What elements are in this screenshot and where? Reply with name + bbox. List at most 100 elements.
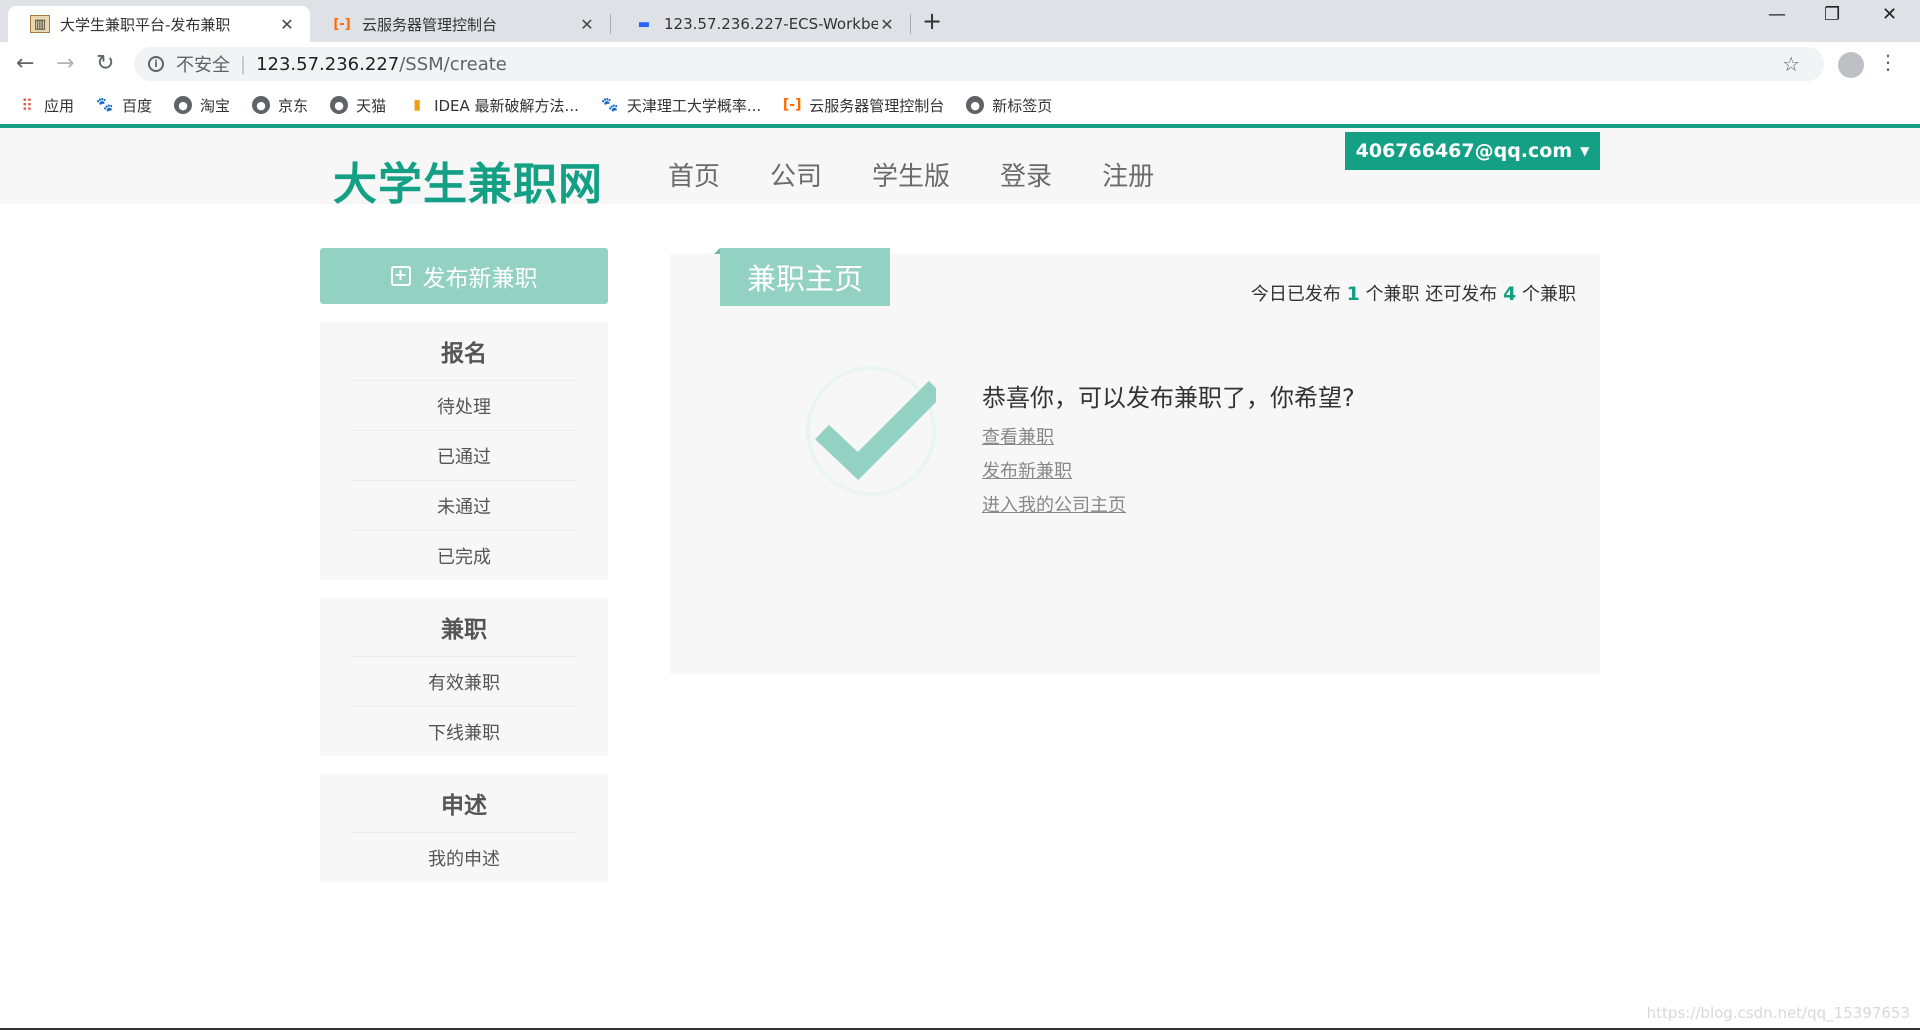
browser-tab-bar: ▥ 大学生兼职平台-发布兼职 ✕ [-] 云服务器管理控制台 ✕ ▬ 123.5… <box>0 0 1920 42</box>
tab-title: 云服务器管理控制台 <box>362 15 498 34</box>
bookmark-tjut[interactable]: 🐾 天津理工大学概率... <box>601 95 761 116</box>
bookmark-tmall[interactable]: ● 天猫 <box>330 95 386 116</box>
bookmark-apps[interactable]: ⠿ 应用 <box>18 95 74 116</box>
tab-aliyun[interactable]: [-] 云服务器管理控制台 ✕ <box>310 6 610 42</box>
bookmark-label: 新标签页 <box>992 96 1053 115</box>
group-title: 申述 <box>441 793 487 819</box>
browser-menu-icon[interactable]: ⋮ <box>1878 50 1898 74</box>
success-check-icon <box>806 366 936 496</box>
quota-published: 1 <box>1346 283 1360 305</box>
restore-button[interactable]: ❐ <box>1824 4 1840 25</box>
main-panel: 兼职主页 今日已发布 1 个兼职 还可发布 4 个兼职 恭喜你，可以发布兼职了，… <box>670 248 1600 674</box>
globe-icon: ● <box>174 96 193 114</box>
group-title: 报名 <box>441 341 487 367</box>
sidebar-item-approved[interactable]: 已通过 <box>350 430 578 480</box>
user-menu-button[interactable]: 406766467@qq.com ▼ <box>1345 132 1600 170</box>
close-tab-icon[interactable]: ✕ <box>278 15 296 34</box>
nav-company[interactable]: 公司 <box>770 156 822 193</box>
sidebar-item-offline-jobs[interactable]: 下线兼职 <box>350 706 578 756</box>
bookmark-star-icon[interactable]: ☆ <box>1782 52 1800 76</box>
workbench-icon: ▬ <box>637 16 651 32</box>
publish-job-button[interactable]: + 发布新兼职 <box>320 248 608 304</box>
view-jobs-link[interactable]: 查看兼职 <box>982 423 1355 449</box>
bookmark-newtab[interactable]: ● 新标签页 <box>966 95 1052 116</box>
profile-avatar-icon[interactable] <box>1838 52 1864 78</box>
nav-student[interactable]: 学生版 <box>872 156 950 193</box>
window-close-button[interactable]: ✕ <box>1882 4 1897 25</box>
site-favicon-icon: ▥ <box>30 15 50 33</box>
tab-title: 大学生兼职平台-发布兼职 <box>60 15 231 34</box>
bookmark-label: 应用 <box>44 96 75 115</box>
baidu-paw-icon: 🐾 <box>96 97 114 113</box>
sidebar-item-pending[interactable]: 待处理 <box>350 380 578 430</box>
forward-button[interactable]: → <box>56 51 74 77</box>
daily-quota: 今日已发布 1 个兼职 还可发布 4 个兼职 <box>1251 280 1576 306</box>
bookmark-label: 天津理工大学概率... <box>626 96 762 115</box>
bookmark-jd[interactable]: ● 京东 <box>252 95 308 116</box>
globe-icon: ● <box>330 96 349 114</box>
sidebar-item-my-appeals[interactable]: 我的申述 <box>350 832 578 882</box>
bookmark-aliyun[interactable]: [-] 云服务器管理控制台 <box>783 95 944 116</box>
site-logo[interactable]: 大学生兼职网 <box>333 148 603 212</box>
publish-label: 发布新兼职 <box>422 266 538 292</box>
watermark: https://blog.csdn.net/qq_15397653 <box>1646 1004 1910 1022</box>
quota-suffix: 个兼职 <box>1522 284 1576 305</box>
bookmark-idea[interactable]: ▮ IDEA 最新破解方法... <box>408 95 579 116</box>
caret-down-icon: ▼ <box>1580 144 1590 158</box>
sidebar-group-signup: 报名 待处理 已通过 未通过 已完成 <box>320 322 608 580</box>
close-tab-icon[interactable]: ✕ <box>878 15 896 34</box>
sidebar-item-active-jobs[interactable]: 有效兼职 <box>350 656 578 706</box>
baidu-paw-icon: 🐾 <box>601 97 619 113</box>
bookmark-label: IDEA 最新破解方法... <box>434 96 579 115</box>
url-host: 123.57.236.227 <box>256 53 400 75</box>
site-header: 大学生兼职网 首页 公司 学生版 登录 注册 406766467@qq.com … <box>0 124 1920 210</box>
tab-title: 123.57.236.227-ECS-Workbench <box>664 15 878 33</box>
sidebar-group-jobs: 兼职 有效兼职 下线兼职 <box>320 598 608 756</box>
browser-toolbar: ← → ↻ i 不安全 | 123.57.236.227 /SSM/create <box>0 42 1920 86</box>
nav-home[interactable]: 首页 <box>668 156 720 193</box>
security-label: 不安全 <box>176 55 230 76</box>
group-title: 兼职 <box>441 617 487 643</box>
close-tab-icon[interactable]: ✕ <box>578 15 596 34</box>
divider: | <box>240 53 247 75</box>
tab-workbench[interactable]: ▬ 123.57.236.227-ECS-Workbench ✕ <box>612 6 910 42</box>
tab-separator <box>910 14 911 34</box>
bookmark-label: 云服务器管理控制台 <box>809 96 945 115</box>
globe-icon: ● <box>966 96 985 114</box>
back-button[interactable]: ← <box>16 51 34 77</box>
new-tab-button[interactable]: + <box>922 8 942 34</box>
result-box: 恭喜你，可以发布兼职了，你希望? 查看兼职 发布新兼职 进入我的公司主页 <box>982 378 1355 525</box>
bookmark-label: 京东 <box>278 96 309 115</box>
success-message: 恭喜你，可以发布兼职了，你希望? <box>982 384 1355 412</box>
aliyun-icon: [-] <box>333 16 351 32</box>
company-home-link[interactable]: 进入我的公司主页 <box>982 491 1355 517</box>
publish-new-job-link[interactable]: 发布新兼职 <box>982 457 1355 483</box>
sidebar-item-rejected[interactable]: 未通过 <box>350 480 578 530</box>
aliyun-icon: [-] <box>782 97 802 113</box>
bookmark-taobao[interactable]: ● 淘宝 <box>174 95 230 116</box>
nav-register[interactable]: 注册 <box>1102 156 1154 193</box>
tab-separator <box>610 14 611 34</box>
globe-icon: ● <box>252 96 271 114</box>
quota-mid: 个兼职 还可发布 <box>1365 284 1498 305</box>
apps-grid-icon: ⠿ <box>21 95 33 115</box>
page-content: 大学生兼职网 首页 公司 学生版 登录 注册 406766467@qq.com … <box>0 124 1920 1030</box>
sidebar-group-appeal: 申述 我的申述 <box>320 774 608 882</box>
bookmark-label: 淘宝 <box>200 96 231 115</box>
minimize-button[interactable]: — <box>1768 4 1786 25</box>
bookmark-baidu[interactable]: 🐾 百度 <box>96 95 152 116</box>
tab-current[interactable]: ▥ 大学生兼职平台-发布兼职 ✕ <box>8 6 310 42</box>
user-email: 406766467@qq.com <box>1355 140 1573 162</box>
info-icon[interactable]: i <box>148 56 164 72</box>
idea-icon: ▮ <box>413 97 421 113</box>
reload-button[interactable]: ↻ <box>96 51 114 77</box>
plus-square-icon: + <box>390 266 411 286</box>
site-nav: 首页 公司 学生版 登录 注册 <box>668 156 1204 193</box>
bookmark-label: 天猫 <box>356 96 387 115</box>
bookmark-label: 百度 <box>122 96 153 115</box>
sidebar-item-completed[interactable]: 已完成 <box>350 530 578 580</box>
quota-prefix: 今日已发布 <box>1250 284 1341 305</box>
panel-title: 兼职主页 <box>720 248 890 306</box>
nav-login[interactable]: 登录 <box>1000 156 1052 193</box>
address-bar[interactable]: i 不安全 | 123.57.236.227 /SSM/create <box>134 47 1824 81</box>
